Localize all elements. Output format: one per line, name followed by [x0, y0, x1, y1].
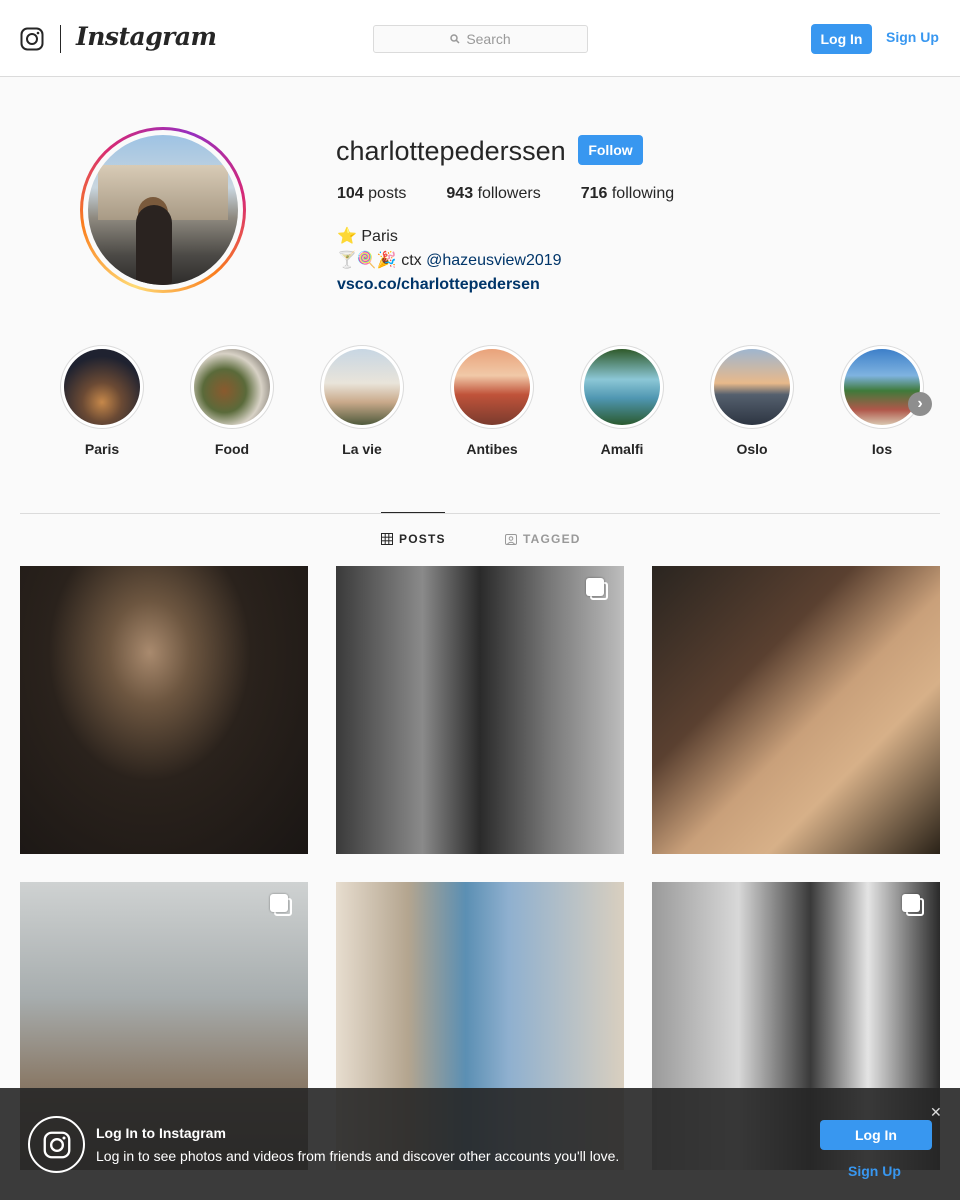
tabs-divider — [20, 513, 940, 514]
tab-tagged-label: TAGGED — [523, 532, 581, 546]
followers-stat[interactable]: 943 followers — [446, 185, 540, 203]
profile-bio: ⭐ Paris 🍸🍭🎉 ctx @hazeusview2019 vsco.co/… — [337, 225, 562, 297]
highlight-cover — [584, 349, 660, 425]
instagram-glyph-icon[interactable] — [20, 27, 44, 51]
signup-link[interactable]: Sign Up — [886, 29, 939, 45]
party-emojis: 🍸🍭🎉 — [337, 252, 397, 269]
tab-tagged[interactable]: TAGGED — [505, 532, 581, 546]
tagged-person-icon — [505, 534, 517, 545]
highlight-food[interactable]: Food — [190, 345, 274, 457]
bio-mention-link[interactable]: @hazeusview2019 — [426, 252, 561, 269]
login-button[interactable]: Log In — [811, 24, 872, 54]
highlight-label: Food — [214, 441, 250, 457]
star-emoji: ⭐ — [337, 228, 357, 245]
bio-ctx-text: ctx — [401, 252, 422, 269]
bio-line-1: ⭐ Paris — [337, 225, 562, 249]
posts-stat: 104 posts — [337, 185, 406, 203]
followers-stat-label: followers — [477, 185, 541, 202]
banner-title: Log In to Instagram — [96, 1125, 226, 1141]
active-tab-indicator — [381, 512, 445, 513]
login-banner: Log In to Instagram Log in to see photos… — [0, 1088, 960, 1200]
following-stat[interactable]: 716 following — [581, 185, 674, 203]
multiple-photos-icon — [270, 894, 292, 916]
tab-posts[interactable]: POSTS — [381, 532, 446, 546]
post-thumbnail[interactable] — [336, 566, 624, 854]
search-input[interactable]: Search — [373, 25, 588, 53]
nav-divider — [60, 25, 61, 53]
profile-avatar-story-ring[interactable] — [80, 127, 246, 293]
multiple-photos-icon — [586, 578, 608, 600]
followers-count: 943 — [446, 185, 474, 202]
story-highlights: Paris Food La vie Antibes Amalfi Oslo Io… — [60, 345, 960, 465]
instagram-wordmark[interactable]: Instagram — [76, 22, 217, 51]
highlight-label: La vie — [342, 441, 382, 457]
follow-button[interactable]: Follow — [578, 135, 643, 165]
highlight-cover — [324, 349, 400, 425]
profile-username: charlottepederssen — [336, 136, 566, 166]
top-nav: Instagram Search Log In Sign Up — [0, 0, 960, 77]
search-icon — [450, 34, 460, 44]
highlight-cover — [844, 349, 920, 425]
highlight-cover — [714, 349, 790, 425]
highlight-label: Amalfi — [600, 441, 644, 457]
highlight-cover — [194, 349, 270, 425]
highlight-oslo[interactable]: Oslo — [710, 345, 794, 457]
profile-stats: 104 posts 943 followers 716 following — [337, 185, 674, 203]
tab-posts-label: POSTS — [399, 532, 446, 546]
highlight-cover — [454, 349, 530, 425]
bio-line-2: 🍸🍭🎉 ctx @hazeusview2019 — [337, 249, 562, 273]
close-icon[interactable]: ✕ — [930, 1104, 942, 1121]
highlight-label: Oslo — [736, 441, 768, 457]
instagram-glyph-icon — [28, 1116, 85, 1173]
post-thumbnail[interactable] — [20, 566, 308, 854]
highlight-label: Paris — [84, 441, 120, 457]
highlight-la-vie[interactable]: La vie — [320, 345, 404, 457]
highlights-next-chevron-icon[interactable]: › — [908, 392, 932, 416]
search-placeholder: Search — [466, 31, 511, 47]
banner-description: Log in to see photos and videos from fri… — [96, 1148, 620, 1164]
following-stat-label: following — [611, 185, 675, 202]
post-thumbnail[interactable] — [652, 566, 940, 854]
highlight-amalfi[interactable]: Amalfi — [580, 345, 664, 457]
posts-count: 104 — [337, 185, 364, 202]
bio-location: Paris — [361, 228, 398, 245]
avatar — [88, 135, 238, 285]
banner-signup-link[interactable]: Sign Up — [848, 1163, 901, 1179]
multiple-photos-icon — [902, 894, 924, 916]
highlight-paris[interactable]: Paris — [60, 345, 144, 457]
posts-stat-label: posts — [368, 185, 407, 202]
bio-website-link[interactable]: vsco.co/charlottepedersen — [337, 273, 562, 297]
following-count: 716 — [580, 185, 608, 202]
highlight-label: Antibes — [466, 441, 518, 457]
banner-login-button[interactable]: Log In — [820, 1120, 932, 1150]
highlight-cover — [64, 349, 140, 425]
grid-icon — [381, 533, 393, 545]
highlight-antibes[interactable]: Antibes — [450, 345, 534, 457]
highlight-label: Ios — [871, 441, 893, 457]
